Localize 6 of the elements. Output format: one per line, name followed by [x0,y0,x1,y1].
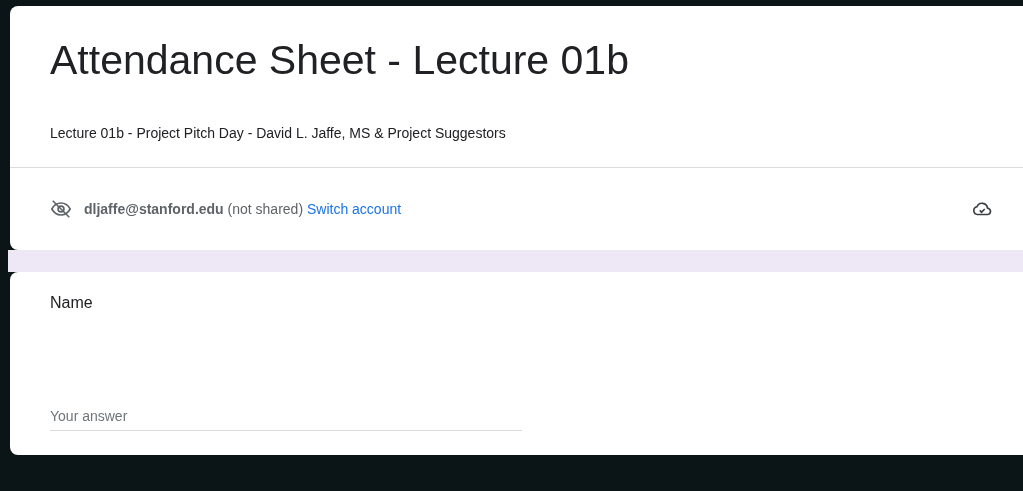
question-label: Name [50,294,94,312]
switch-account-link[interactable]: Switch account [306,201,402,217]
form-description: Lecture 01b - Project Pitch Day - David L. Jaffe, MS & Project Suggestors [49,124,507,143]
account-status: dljaffe@stanford.edu (not shared) Switch account [84,201,402,217]
eye-off-icon [50,198,72,220]
form-title: Attendance Sheet - Lecture 01b [49,36,630,85]
